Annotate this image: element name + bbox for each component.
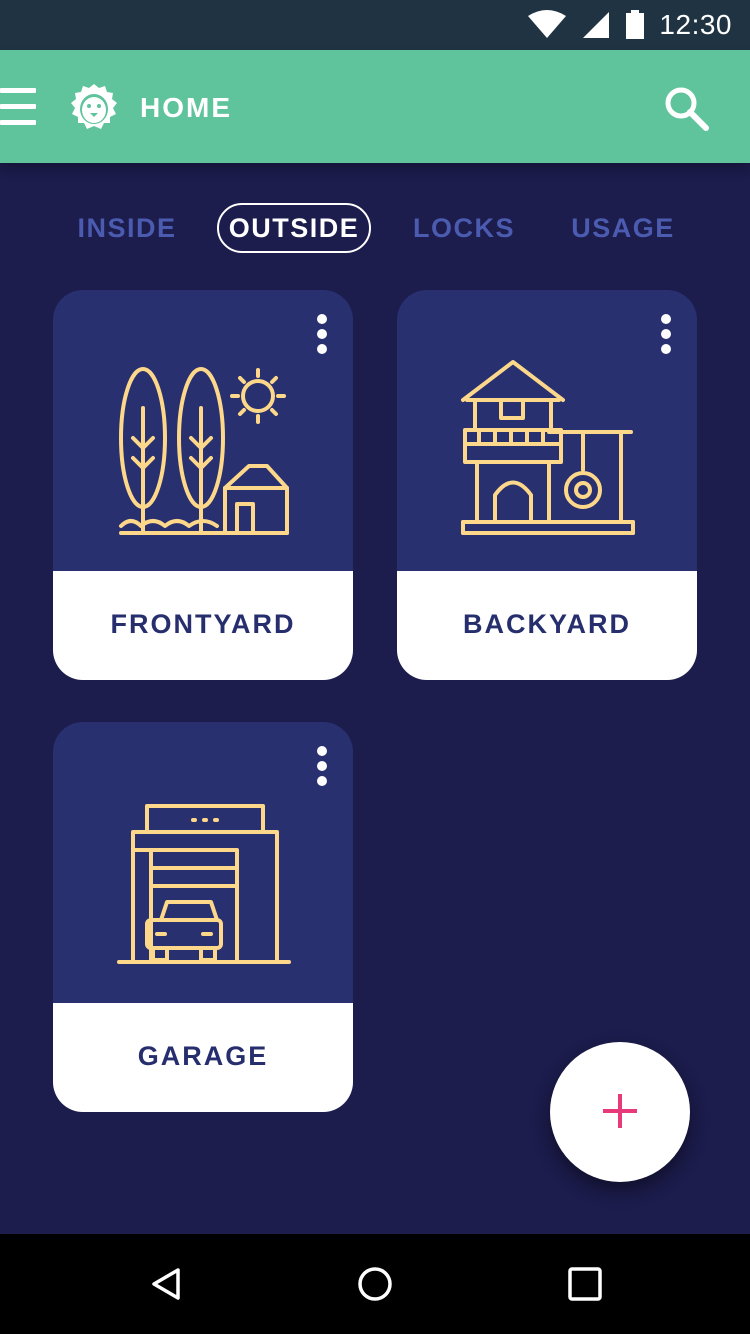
backyard-more-icon[interactable] bbox=[655, 314, 677, 356]
menu-icon[interactable] bbox=[0, 88, 36, 126]
recents-icon[interactable] bbox=[565, 1264, 605, 1304]
tab-bar: INSIDE OUTSIDE LOCKS USAGE bbox=[0, 203, 750, 255]
app-title: HOME bbox=[140, 92, 232, 123]
garage-more-icon[interactable] bbox=[311, 746, 333, 788]
card-frontyard-footer: FRONTYARD bbox=[53, 571, 353, 680]
card-garage-label: GARAGE bbox=[137, 1041, 269, 1071]
status-bar: 12:30 bbox=[0, 0, 750, 50]
lion-logo-icon bbox=[71, 84, 117, 129]
add-button[interactable] bbox=[550, 1042, 690, 1182]
tab-locks[interactable]: LOCKS bbox=[408, 203, 520, 253]
tab-inside[interactable]: INSIDE bbox=[72, 203, 182, 253]
search-icon[interactable] bbox=[662, 84, 712, 134]
card-backyard-label: BACKYARD bbox=[462, 609, 632, 639]
backyard-icon bbox=[461, 360, 635, 535]
signal-icon bbox=[583, 12, 610, 38]
frontyard-more-icon[interactable] bbox=[311, 314, 333, 356]
frontyard-icon bbox=[119, 367, 289, 535]
navigation-bar bbox=[0, 1234, 750, 1334]
card-backyard-footer: BACKYARD bbox=[397, 571, 697, 680]
status-time: 12:30 bbox=[659, 9, 732, 40]
card-garage-footer: GARAGE bbox=[53, 1003, 353, 1112]
app-bar: HOME bbox=[0, 50, 750, 163]
tab-usage[interactable]: USAGE bbox=[566, 203, 680, 253]
tab-outside[interactable]: OUTSIDE bbox=[217, 203, 371, 253]
battery-icon bbox=[626, 10, 645, 39]
card-frontyard[interactable]: FRONTYARD bbox=[53, 290, 353, 680]
home-icon[interactable] bbox=[355, 1264, 395, 1304]
garage-icon bbox=[117, 804, 291, 964]
card-frontyard-label: FRONTYARD bbox=[110, 609, 296, 639]
wifi-icon bbox=[528, 10, 567, 38]
card-garage[interactable]: GARAGE bbox=[53, 722, 353, 1112]
back-icon[interactable] bbox=[146, 1264, 186, 1304]
card-backyard[interactable]: BACKYARD bbox=[397, 290, 697, 680]
